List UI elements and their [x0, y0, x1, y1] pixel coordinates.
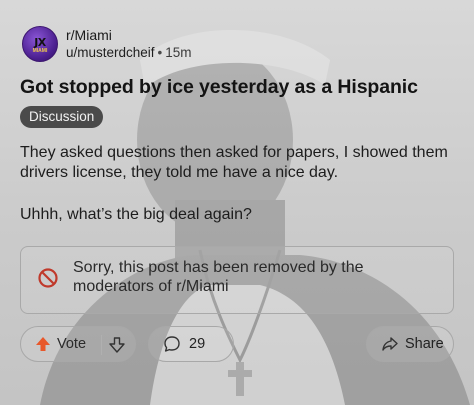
comments-button[interactable]: 29	[148, 326, 234, 362]
downvote-arrow-icon[interactable]	[109, 337, 125, 353]
author-line: u/musterdcheif • 15m	[66, 44, 192, 61]
subreddit-avatar[interactable]: JX MIAMI	[22, 26, 58, 62]
share-arrow-icon	[382, 337, 398, 351]
meta-separator: •	[157, 45, 163, 60]
author-name[interactable]: u/musterdcheif	[66, 45, 155, 60]
post-body-paragraph: They asked questions then asked for pape…	[20, 144, 448, 181]
comment-count: 29	[189, 336, 206, 352]
post-flair[interactable]: Discussion	[20, 106, 104, 128]
post-meta: r/Miami u/musterdcheif • 15m	[66, 27, 192, 61]
removal-notice-text: Sorry, this post has been removed by the…	[73, 259, 364, 295]
post-title[interactable]: Got stopped by ice yesterday as a Hispan…	[20, 76, 460, 99]
post-body: They asked questions then asked for pape…	[20, 143, 460, 225]
subreddit-name[interactable]: r/Miami	[66, 27, 192, 44]
reddit-post-screen: JX MIAMI r/Miami u/musterdcheif • 15m Got …	[0, 0, 474, 405]
vote-control: Vote	[20, 326, 136, 362]
post-age: 15m	[165, 45, 192, 60]
removal-notice: Sorry, this post has been removed by the…	[20, 246, 454, 314]
share-button[interactable]: Share	[366, 326, 454, 362]
post-body-paragraph: Uhhh, what’s the big deal again?	[20, 206, 252, 223]
vote-label: Vote	[57, 336, 87, 352]
vote-divider	[101, 335, 102, 355]
ban-icon	[38, 268, 58, 288]
avatar-logo-subtext: MIAMI	[32, 48, 48, 54]
upvote-arrow-icon[interactable]	[35, 336, 51, 352]
share-label: Share	[405, 336, 444, 352]
post-content: JX MIAMI r/Miami u/musterdcheif • 15m Got …	[0, 0, 474, 405]
comment-bubble-icon	[164, 336, 180, 352]
post-actions-bar: Vote 29 Share	[20, 326, 454, 362]
post-header: JX MIAMI r/Miami u/musterdcheif • 15m	[22, 24, 192, 64]
